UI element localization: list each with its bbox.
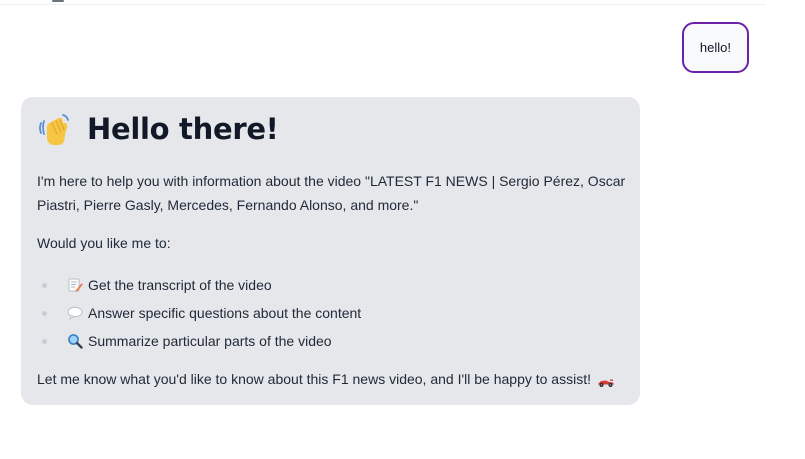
prompt-text: Would you like me to:	[37, 235, 171, 251]
user-message-bubble: hello!	[681, 22, 749, 73]
assistant-message-bubble: Hello there! I'm here to help you with i…	[21, 97, 640, 405]
user-message-text: hello!	[699, 40, 731, 55]
speech-bubble-icon	[67, 305, 83, 321]
user-message-row: hello!	[0, 22, 749, 73]
greeting-heading: Hello there!	[37, 111, 624, 147]
chat-header-edge	[0, 0, 766, 5]
bullet-dot	[42, 311, 47, 316]
header-text-fragment	[52, 0, 64, 2]
options-list: Get the transcript of the video Answer s…	[37, 271, 624, 355]
closing-text: Let me know what you'd like to know abou…	[37, 371, 591, 387]
option-label: Answer specific questions about the cont…	[88, 305, 362, 321]
option-label: Summarize particular parts of the video	[88, 333, 332, 349]
list-item: Summarize particular parts of the video	[37, 327, 624, 355]
list-item: Answer specific questions about the cont…	[37, 299, 624, 327]
closing-paragraph: Let me know what you'd like to know abou…	[37, 369, 624, 389]
memo-icon	[67, 277, 83, 293]
race-car-icon	[597, 373, 615, 387]
bullet-dot	[42, 283, 47, 288]
list-item: Get the transcript of the video	[37, 271, 624, 299]
magnifying-glass-icon	[67, 333, 83, 349]
waving-hand-icon	[37, 111, 73, 147]
bullet-dot	[42, 339, 47, 344]
option-label: Get the transcript of the video	[88, 277, 272, 293]
intro-paragraph: I'm here to help you with information ab…	[37, 173, 626, 213]
greeting-title: Hello there!	[87, 112, 279, 146]
